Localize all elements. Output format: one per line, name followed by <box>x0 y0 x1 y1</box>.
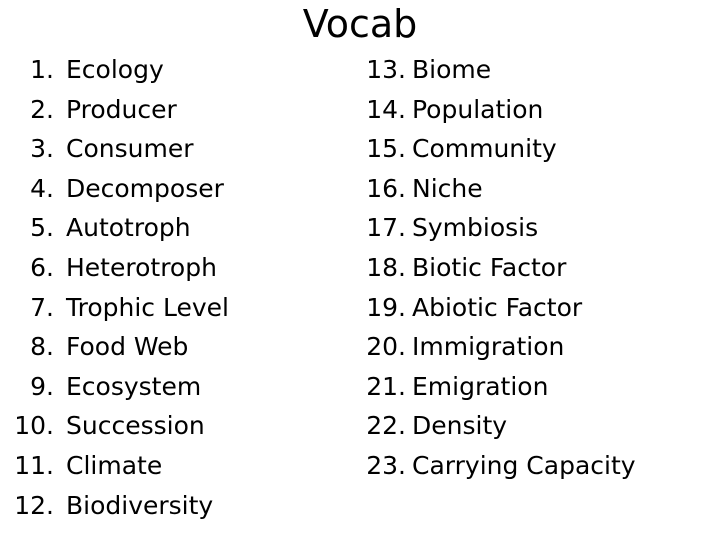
vocab-item-term: Niche <box>412 173 483 203</box>
vocab-list-item: 17. Symbiosis <box>362 208 712 248</box>
vocab-item-term: Succession <box>66 411 205 441</box>
vocab-item-term: Abiotic Factor <box>412 292 583 322</box>
vocab-item-number: 7. <box>30 292 54 322</box>
vocab-item-term: Community <box>412 134 557 164</box>
vocab-item-number: 15. <box>366 134 406 164</box>
vocab-list-item: 22. Density <box>362 406 712 446</box>
vocab-item-number: 1. <box>30 55 54 84</box>
vocab-item-term: Density <box>412 411 508 441</box>
vocab-item-term: Producer <box>66 94 177 124</box>
vocab-list-item: 3. Consumer <box>10 129 350 169</box>
vocab-item-number: 12. <box>14 490 54 520</box>
vocab-item-term: Carrying Capacity <box>412 450 636 480</box>
vocab-item-term: Emigration <box>412 371 549 401</box>
vocab-list-item: 14. Population <box>362 90 712 130</box>
vocab-item-term: Symbiosis <box>412 213 539 243</box>
vocab-list-item: 1. Ecology <box>10 50 350 90</box>
page-title: Vocab <box>302 2 418 46</box>
vocab-list-item: 6. Heterotroph <box>10 248 350 288</box>
vocab-list-item: 10. Succession <box>10 406 350 446</box>
vocab-item-term: Food Web <box>66 332 189 362</box>
vocab-list-item: 23. Carrying Capacity <box>362 446 712 486</box>
vocab-item-number: 14. <box>366 94 406 124</box>
vocab-item-number: 10. <box>14 411 54 441</box>
vocab-item-number: 13. <box>366 55 406 84</box>
vocab-item-number: 17. <box>366 213 406 243</box>
vocab-item-term: Decomposer <box>66 173 224 203</box>
vocab-item-term: Climate <box>66 450 163 480</box>
vocab-item-term: Heterotroph <box>66 252 217 282</box>
vocab-item-number: 21. <box>366 371 406 401</box>
vocab-list-item: 16. Niche <box>362 169 712 209</box>
vocab-list-item: 13. Biome <box>362 50 712 90</box>
vocab-column-left: 1. Ecology 2. Producer 3. Consumer 4. Decompose… <box>10 50 350 525</box>
vocab-list-item: 21. Emigration <box>362 367 712 407</box>
vocab-list-item: 9. Ecosystem <box>10 367 350 407</box>
vocab-item-term: Biodiversity <box>66 490 214 520</box>
vocab-list-item: 15. Community <box>362 129 712 169</box>
slide-canvas: Vocab 1. Ecology 2. Producer 3. Consumer 4. Dec… <box>0 0 720 540</box>
vocab-list-left: 1. Ecology 2. Producer 3. Consumer 4. Decompose… <box>10 50 350 525</box>
vocab-list-item: 7. Trophic Level <box>10 288 350 328</box>
vocab-list-item: 20. Immigration <box>362 327 712 367</box>
vocab-item-term: Biome <box>412 55 492 84</box>
vocab-item-number: 4. <box>30 173 54 203</box>
vocab-item-term: Ecosystem <box>66 371 202 401</box>
vocab-item-number: 11. <box>14 450 54 480</box>
vocab-item-number: 2. <box>30 94 54 124</box>
vocab-list-item: 19. Abiotic Factor <box>362 288 712 328</box>
vocab-list-item: 8. Food Web <box>10 327 350 367</box>
vocab-item-number: 9. <box>30 371 54 401</box>
vocab-item-number: 18. <box>366 252 406 282</box>
vocab-list-item: 4. Decomposer <box>10 169 350 209</box>
vocab-item-number: 22. <box>366 411 406 441</box>
vocab-item-term: Autotroph <box>66 213 191 243</box>
vocab-item-number: 16. <box>366 173 406 203</box>
vocab-item-number: 19. <box>366 292 406 322</box>
vocab-item-term: Immigration <box>412 332 565 362</box>
vocab-item-number: 5. <box>30 213 54 243</box>
vocab-item-term: Consumer <box>66 134 194 164</box>
vocab-item-number: 8. <box>30 332 54 362</box>
vocab-list-item: 18. Biotic Factor <box>362 248 712 288</box>
vocab-item-number: 20. <box>366 332 406 362</box>
vocab-list-item: 5. Autotroph <box>10 208 350 248</box>
vocab-item-term: Population <box>412 94 544 124</box>
vocab-item-term: Biotic Factor <box>412 252 567 282</box>
vocab-item-term: Ecology <box>66 55 164 84</box>
vocab-list-item: 12. Biodiversity <box>10 486 350 526</box>
vocab-list-item: 2. Producer <box>10 90 350 130</box>
vocab-column-right: 13. Biome 14. Population 15. Community 16. Nich… <box>362 50 712 486</box>
vocab-item-term: Trophic Level <box>66 292 229 322</box>
vocab-list-right: 13. Biome 14. Population 15. Community 16. Nich… <box>362 50 712 486</box>
vocab-list-item: 11. Climate <box>10 446 350 486</box>
vocab-item-number: 3. <box>30 134 54 164</box>
vocab-item-number: 23. <box>366 450 406 480</box>
vocab-item-number: 6. <box>30 252 54 282</box>
